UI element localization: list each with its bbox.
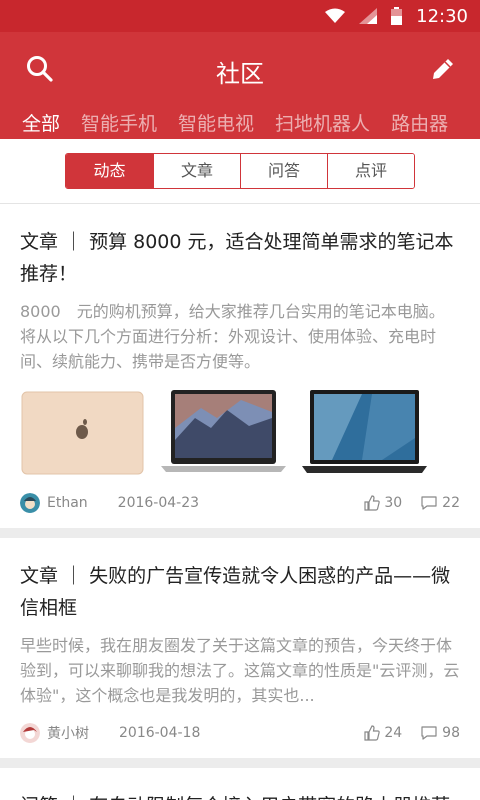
thumbnail-row (20, 388, 460, 478)
feed-card[interactable]: 文章 ｜ 失败的广告宣传造就令人困惑的产品——微信相框 早些时候，我在朋友圈发了… (0, 538, 480, 758)
wifi-icon (325, 8, 346, 23)
like-count-value: 30 (384, 495, 403, 511)
card-description: 早些时候，我在朋友圈发了关于这篇文章的预告，今天终于体验到，可以来聊聊我的想法了… (20, 636, 460, 705)
feed-list: 文章 ｜ 预算 8000 元，适合处理简单需求的笔记本推荐！ 8000 元的购机… (0, 204, 480, 800)
battery-icon (391, 7, 403, 25)
post-date: 2016-04-23 (117, 495, 200, 511)
like-count-value: 24 (384, 725, 403, 741)
comment-icon (421, 726, 437, 740)
card-meta: Ethan 2016-04-23 30 22 (20, 478, 460, 528)
thumbs-up-icon (364, 725, 381, 741)
card-title[interactable]: 文章 ｜ 失败的广告宣传造就令人困惑的产品——微信相框 (20, 560, 460, 624)
status-time: 12:30 (416, 5, 468, 27)
card-meta: 黄小树 2016-04-18 24 98 (20, 708, 460, 758)
thumbnail-laptop-dell[interactable] (302, 388, 427, 478)
tab-smartphone[interactable]: 智能手机 (81, 109, 157, 136)
segment-feed[interactable]: 动态 (66, 154, 153, 188)
tab-all[interactable]: 全部 (22, 109, 60, 136)
like-count[interactable]: 24 (364, 725, 402, 741)
comment-count-value: 22 (442, 495, 460, 511)
segment-qa[interactable]: 问答 (240, 154, 327, 188)
segment-articles[interactable]: 文章 (153, 154, 240, 188)
author-name[interactable]: Ethan (47, 495, 88, 511)
comment-icon (421, 496, 437, 510)
comment-count[interactable]: 22 (420, 495, 460, 511)
tab-router[interactable]: 路由器 (391, 109, 448, 136)
feed-card[interactable]: 问答 ｜ 有自动限制每个接入用户带宽的路由器推荐 (0, 768, 480, 800)
edit-icon[interactable] (430, 56, 456, 82)
segmented-control: 动态 文章 问答 点评 (65, 153, 415, 189)
thumbs-up-icon (364, 495, 381, 511)
app-header: 社区 全部 智能手机 智能电视 扫地机器人 路由器 (0, 32, 480, 139)
category-tabs: 全部 智能手机 智能电视 扫地机器人 路由器 (0, 106, 480, 139)
comment-count-value: 98 (442, 725, 460, 741)
search-icon[interactable] (26, 55, 54, 83)
avatar[interactable] (20, 723, 40, 743)
cell-signal-icon (359, 8, 378, 24)
tab-smart-tv[interactable]: 智能电视 (178, 109, 254, 136)
thumbnail-laptop-gold[interactable] (20, 388, 145, 478)
thumbnail-laptop-macbook[interactable] (161, 388, 286, 478)
feed-card[interactable]: 文章 ｜ 预算 8000 元，适合处理简单需求的笔记本推荐！ 8000 元的购机… (0, 204, 480, 528)
card-title[interactable]: 文章 ｜ 预算 8000 元，适合处理简单需求的笔记本推荐！ (20, 226, 460, 290)
status-bar: 12:30 (0, 0, 480, 32)
post-date: 2016-04-18 (119, 725, 201, 741)
comment-count[interactable]: 98 (420, 725, 460, 741)
card-description: 8000 元的购机预算，给大家推荐几台实用的笔记本电脑。将从以下几个方面进行分析… (20, 302, 445, 371)
author-name[interactable]: 黄小树 (47, 723, 89, 743)
tab-robot-vacuum[interactable]: 扫地机器人 (275, 109, 370, 136)
avatar[interactable] (20, 493, 40, 513)
segment-bar: 动态 文章 问答 点评 (0, 139, 480, 204)
like-count[interactable]: 30 (364, 495, 402, 511)
segment-reviews[interactable]: 点评 (327, 154, 414, 188)
card-title[interactable]: 问答 ｜ 有自动限制每个接入用户带宽的路由器推荐 (20, 790, 460, 800)
